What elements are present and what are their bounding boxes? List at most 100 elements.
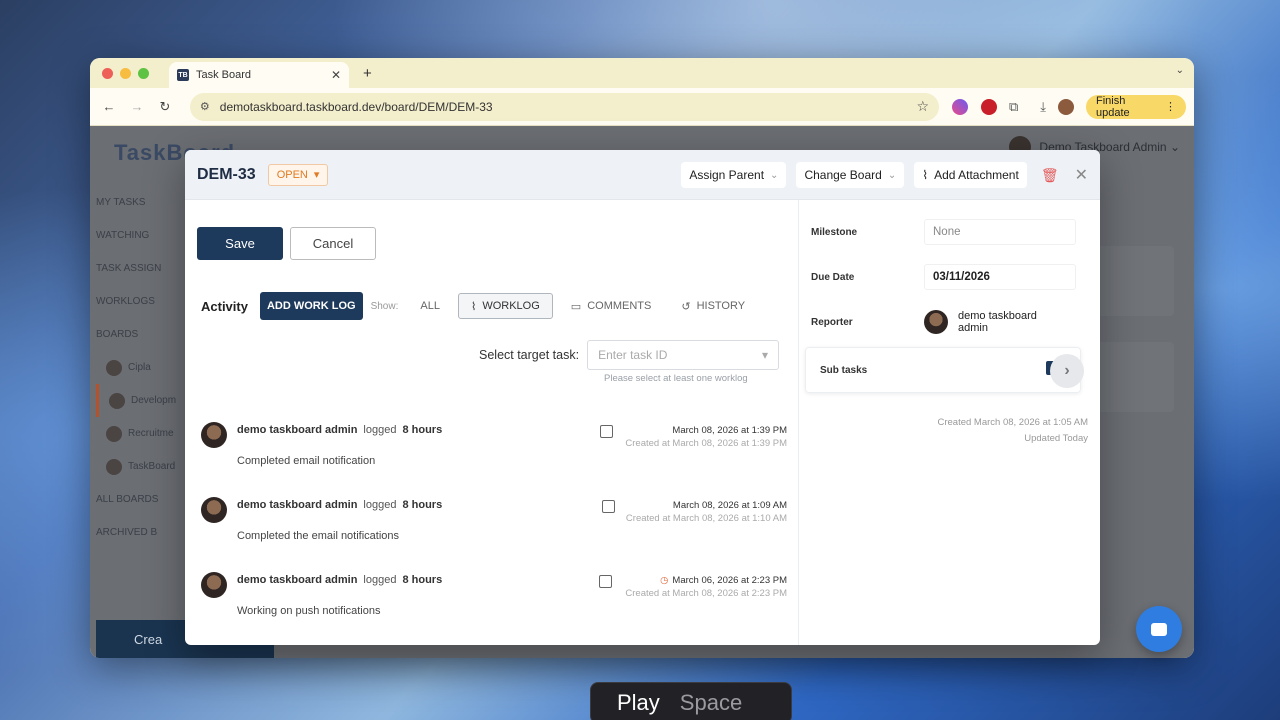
worklog-user: demo taskboard admin — [237, 499, 358, 511]
project-item[interactable]: Developm — [96, 384, 186, 417]
worklog-logged-date: March 08, 2026 at 1:09 AM — [672, 500, 787, 511]
filter-all[interactable]: ALL — [408, 293, 452, 319]
new-tab-icon[interactable]: + — [363, 65, 372, 82]
filter-comments[interactable]: ▭ COMMENTS — [559, 293, 664, 319]
sidebar-item-all-boards[interactable]: ALL BOARDS — [96, 483, 186, 516]
minimize-window-button[interactable] — [120, 67, 131, 79]
add-work-log-button[interactable]: ADD WORK LOG — [259, 292, 363, 320]
sidebar-item-watching[interactable]: WATCHING — [96, 219, 186, 252]
worklog-entry: demo taskboard admin logged 8 hours Comp… — [201, 420, 791, 480]
chevron-right-icon[interactable]: › — [1050, 354, 1084, 388]
reload-icon[interactable]: ↻ — [154, 99, 176, 115]
filter-label: WORKLOG — [482, 300, 540, 312]
avatar — [201, 497, 227, 523]
reporter-field[interactable]: demo taskboard admin — [924, 310, 1058, 334]
worklog-date: March 08, 2026 at 1:09 AM Created at Mar… — [626, 500, 787, 524]
subtasks-label: Sub tasks — [820, 364, 868, 376]
project-label: Developm — [131, 395, 177, 406]
favicon-icon: TB — [177, 69, 189, 81]
worklog-logged-date: March 08, 2026 at 1:39 PM — [672, 425, 787, 436]
paperclip-icon: ⌇ — [470, 300, 477, 313]
worklog-created-date: Created at March 08, 2026 at 2:23 PM — [625, 588, 787, 599]
worklog-verb: logged — [363, 499, 397, 511]
chevron-down-icon: ⌄ — [887, 169, 897, 181]
add-attachment-button[interactable]: ⌇ Add Attachment — [914, 162, 1027, 188]
worklog-verb: logged — [363, 424, 397, 436]
sidebar-item-my-tasks[interactable]: MY TASKS — [96, 186, 186, 219]
worklog-hours: 8 hours — [402, 574, 443, 586]
site-info-icon[interactable]: ⚙ — [200, 100, 210, 113]
worklog-hours: 8 hours — [402, 499, 443, 511]
address-bar[interactable]: ⚙ demotaskboard.taskboard.dev/board/DEM/… — [189, 92, 939, 121]
chat-icon — [1151, 622, 1167, 636]
filter-history[interactable]: ↺ HISTORY — [669, 293, 757, 319]
worklog-checkbox[interactable] — [600, 425, 613, 438]
project-item[interactable]: TaskBoard — [96, 450, 186, 483]
project-label: TaskBoard — [128, 461, 176, 472]
filter-label: COMMENTS — [587, 300, 652, 312]
avatar — [201, 572, 227, 598]
tab-bar: TB Task Board ✕ + ⌄ — [90, 58, 1194, 88]
ticket-id: DEM-33 — [197, 165, 256, 183]
filter-worklog[interactable]: ⌇ WORKLOG — [457, 293, 553, 319]
activity-toolbar: Activity ADD WORK LOG Show: ALL ⌇ WORKLOG… — [201, 292, 763, 320]
worklog-summary: demo taskboard admin logged 8 hours — [237, 499, 442, 511]
close-window-button[interactable] — [102, 67, 113, 79]
milestone-label: Milestone — [811, 227, 858, 238]
close-tab-icon[interactable]: ✕ — [331, 68, 341, 82]
avatar — [201, 422, 227, 448]
target-task-row: Select target task: Enter task ID ▾ — [479, 340, 780, 370]
status-dropdown[interactable]: OPEN ▾ — [267, 163, 329, 186]
sidebar-item-worklogs[interactable]: WORKLOGS — [96, 285, 186, 318]
filter-label: ALL — [420, 300, 440, 312]
worklog-date: ◷ March 06, 2026 at 2:23 PM Created at Ma… — [625, 575, 787, 599]
task-detail-modal: DEM-33 OPEN ▾ Assign Parent ⌄ Change Boa… — [185, 150, 1100, 645]
maximize-window-button[interactable] — [138, 67, 149, 79]
project-avatar — [106, 458, 122, 475]
worklog-description: Completed the email notifications — [237, 530, 400, 542]
finish-update-button[interactable]: Finish update ⋮ — [1086, 94, 1187, 119]
profile-avatar[interactable] — [1058, 98, 1074, 115]
extension-icon[interactable] — [980, 98, 997, 115]
cancel-button[interactable]: Cancel — [290, 227, 376, 260]
change-board-button[interactable]: Change Board ⌄ — [796, 162, 905, 188]
avatar — [924, 310, 948, 334]
history-icon: ↺ — [681, 300, 691, 313]
trash-icon[interactable]: 🗑 — [1041, 167, 1059, 184]
extensions-puzzle-icon[interactable]: ⧉ — [1009, 99, 1018, 115]
save-button[interactable]: Save — [197, 227, 283, 260]
sidebar-item-boards[interactable]: BOARDS — [96, 318, 186, 351]
project-avatar — [109, 392, 125, 409]
extension-icon[interactable] — [952, 98, 968, 115]
sidebar: MY TASKS WATCHING TASK ASSIGN WORKLOGS B… — [96, 186, 186, 549]
worklog-verb: logged — [363, 574, 397, 586]
sidebar-item-task-assign[interactable]: TASK ASSIGN — [96, 252, 186, 285]
project-item[interactable]: Cipla — [96, 351, 186, 384]
back-icon[interactable]: ← — [98, 99, 120, 114]
add-attachment-label: Add Attachment — [934, 168, 1019, 182]
browser-toolbar: ← → ↻ ⚙ demotaskboard.taskboard.dev/boar… — [90, 88, 1194, 126]
bookmark-star-icon[interactable]: ☆ — [916, 98, 929, 115]
project-item[interactable]: Recruitme — [96, 417, 186, 450]
milestone-field[interactable]: None — [924, 219, 1076, 245]
forward-icon[interactable]: → — [126, 99, 148, 114]
worklog-created-date: Created at March 08, 2026 at 1:10 AM — [625, 513, 787, 524]
chat-button[interactable] — [1136, 606, 1182, 652]
assign-parent-button[interactable]: Assign Parent ⌄ — [681, 162, 787, 188]
target-task-select[interactable]: Enter task ID ▾ — [587, 340, 780, 370]
close-icon[interactable]: ✕ — [1075, 165, 1088, 185]
worklog-checkbox[interactable] — [599, 575, 612, 588]
browser-tab[interactable]: TB Task Board ✕ — [169, 62, 349, 88]
chevron-down-icon: ⌄ — [770, 169, 779, 181]
due-date-field[interactable]: 03/11/2026 — [924, 264, 1076, 290]
finish-update-label: Finish update — [1096, 94, 1130, 119]
worklog-checkbox[interactable] — [602, 500, 615, 513]
sidebar-item-archived[interactable]: ARCHIVED B — [96, 516, 186, 549]
tab-search-icon[interactable]: ⌄ — [1176, 65, 1184, 76]
worklog-summary: demo taskboard admin logged 8 hours — [237, 574, 442, 586]
show-label: Show: — [370, 300, 399, 312]
download-icon[interactable]: ⤓ — [1040, 99, 1046, 115]
header-actions: Assign Parent ⌄ Change Board ⌄ ⌇ Add Att… — [681, 162, 1088, 188]
project-avatar — [106, 425, 122, 442]
change-board-label: Change Board — [804, 168, 882, 182]
